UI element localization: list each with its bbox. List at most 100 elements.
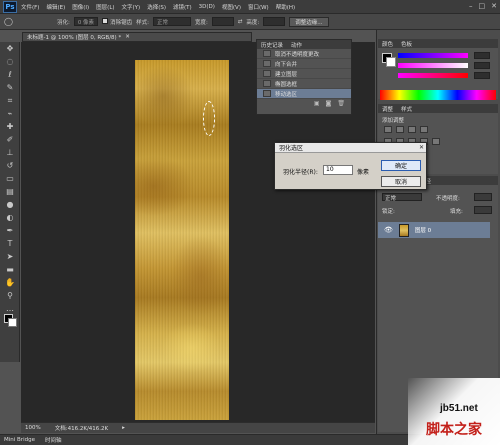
minimize-icon[interactable]: – [469,2,473,10]
history-item[interactable]: 取消不透明度更改 [257,49,351,59]
levels-icon[interactable] [396,126,404,133]
dialog-close-icon[interactable]: ✕ [419,144,424,151]
color-spectrum[interactable] [380,90,496,100]
move-tool-icon[interactable]: ✥ [0,42,20,55]
close-icon[interactable]: ✕ [491,2,497,10]
fill-input[interactable] [474,206,492,214]
blend-mode-select[interactable]: 正常 [382,193,422,202]
history-brush-icon[interactable]: ↺ [0,159,20,172]
menu-3d[interactable]: 3D(D) [199,4,215,10]
ok-button[interactable]: 确定 [381,160,421,171]
marquee-tool-preset-icon[interactable]: ◯ [4,17,13,26]
new-document-from-state-icon[interactable]: ▣ [314,100,320,107]
menu-edit[interactable]: 编辑(E) [46,3,65,11]
swap-icon[interactable]: ⇄ [238,19,243,25]
document-close-icon[interactable]: ✕ [125,34,130,40]
dodge-tool-icon[interactable]: ◐ [0,211,20,224]
history-item[interactable]: 建立图层 [257,69,351,79]
color-panel-tabs: 颜色 色板 [378,39,498,48]
red-slider[interactable] [398,53,468,58]
maximize-icon[interactable]: □ [479,2,486,10]
menu-type[interactable]: 文字(Y) [122,3,141,11]
menu-file[interactable]: 文件(F) [21,3,39,11]
eyedropper-icon[interactable]: ⌁ [0,107,20,120]
marquee-tool-icon[interactable]: ◌ [0,55,20,68]
menu-image[interactable]: 图像(I) [72,3,89,11]
history-state-icon [263,80,271,87]
brush-tool-icon[interactable]: ✐ [0,133,20,146]
red-value[interactable] [474,52,490,59]
pen-tool-icon[interactable]: ✒ [0,224,20,237]
exposure-icon[interactable] [420,126,428,133]
lasso-tool-icon[interactable]: ℓ [0,68,20,81]
dialog-title: 羽化选区 [275,143,426,153]
menu-window[interactable]: 窗口(W) [248,3,269,11]
green-value[interactable] [474,62,490,69]
window-controls: – □ ✕ [469,2,497,10]
width-input[interactable] [211,17,234,26]
opacity-input[interactable] [474,193,492,201]
crop-tool-icon[interactable]: ⌗ [0,94,20,107]
curves-icon[interactable] [408,126,416,133]
fill-label: 填充: [450,209,463,215]
menu-help[interactable]: 帮助(H) [276,3,295,11]
background-color-swatch[interactable] [8,318,17,327]
bg-color-chip[interactable] [386,57,396,67]
tab-history[interactable]: 历史记录 [261,41,283,49]
shape-tool-icon[interactable]: ▬ [0,263,20,276]
hand-tool-icon[interactable]: ✋ [0,276,20,289]
zoom-level[interactable]: 100% [25,425,41,431]
tab-actions[interactable]: 动作 [291,41,302,49]
feather-radius-label: 羽化半径(R): [283,169,318,176]
path-select-icon[interactable]: ➤ [0,250,20,263]
menu-select[interactable]: 选择(S) [147,3,166,11]
photo-filter-icon[interactable] [432,138,440,145]
layer-name[interactable]: 图层 0 [415,226,431,234]
menu-filter[interactable]: 滤镜(T) [173,3,192,11]
blue-value[interactable] [474,72,490,79]
zoom-tool-icon[interactable]: ⚲ [0,289,20,302]
history-item[interactable]: 椭圆选框 [257,79,351,89]
brightness-icon[interactable] [384,126,392,133]
tab-swatches[interactable]: 色板 [401,40,412,48]
feather-input[interactable]: 0 像素 [73,17,99,26]
cancel-button[interactable]: 取消 [381,176,421,187]
history-state-icon [263,70,271,77]
antialias-checkbox[interactable]: 消除锯齿 [102,17,132,26]
snapshot-icon[interactable]: ◙ [326,100,332,107]
quick-select-icon[interactable]: ✎ [0,81,20,94]
eraser-icon[interactable]: ▭ [0,172,20,185]
green-slider[interactable] [398,63,468,68]
history-state-icon [263,60,271,67]
tab-color[interactable]: 颜色 [382,40,393,48]
height-input[interactable] [263,17,286,26]
add-adjustment-label: 添加调整 [382,118,405,124]
gradient-tool-icon[interactable]: ▤ [0,185,20,198]
feather-radius-input[interactable]: 10 [323,165,353,175]
menu-view[interactable]: 视图(V) [222,3,241,11]
layer-row[interactable]: 👁 图层 0 [378,222,490,238]
history-panel-tabs: 历史记录 动作 [257,40,351,49]
blur-tool-icon[interactable]: ● [0,198,20,211]
height-label: 高度: [246,19,260,26]
type-tool-icon[interactable]: T [0,237,20,250]
tab-timeline[interactable]: 时间轴 [45,436,62,444]
tab-adjustments[interactable]: 调整 [382,105,393,113]
document-tab[interactable]: 未标题-1 @ 100% (图层 0, RGB/8) * ✕ [22,32,252,42]
status-bar: 100% 文档:416.2K/416.2K ▸ [21,422,375,433]
clone-stamp-icon[interactable]: ⊥ [0,146,20,159]
tab-styles[interactable]: 样式 [401,105,412,113]
healing-brush-icon[interactable]: ✚ [0,120,20,133]
refine-edge-button[interactable]: 调整边缘... [289,16,329,27]
style-select[interactable]: 正常 [152,17,191,26]
tab-mini-bridge[interactable]: Mini Bridge [4,437,35,443]
blue-slider[interactable] [398,73,468,78]
menu-layer[interactable]: 图层(L) [96,3,114,11]
status-arrow-icon[interactable]: ▸ [122,425,125,431]
history-item-active[interactable]: 移动选区 [257,89,351,99]
feather-label: 羽化: [56,19,70,26]
width-label: 宽度: [194,19,208,26]
history-item[interactable]: 向下合并 [257,59,351,69]
trash-icon[interactable]: 🗑 [337,100,345,107]
eye-icon[interactable]: 👁 [384,226,393,234]
